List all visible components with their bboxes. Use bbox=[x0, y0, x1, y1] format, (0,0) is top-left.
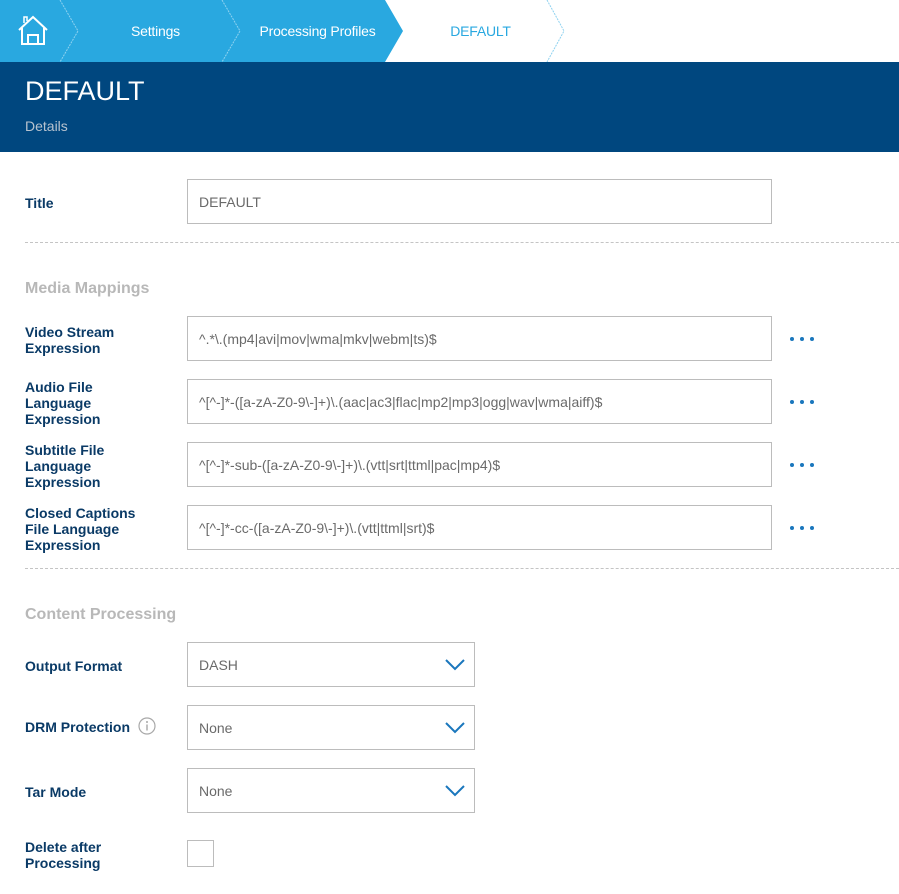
label-line: Closed Captions bbox=[25, 505, 136, 521]
closed-captions-expression-label: Closed Captions File Language Expression bbox=[25, 505, 135, 553]
label-line: Expression bbox=[25, 340, 101, 356]
ellipsis-icon-dot bbox=[800, 337, 804, 341]
label-line: Expression bbox=[25, 537, 101, 553]
chevron-down-icon bbox=[445, 722, 465, 734]
ellipsis-icon-dot bbox=[790, 400, 794, 404]
label-line: Language bbox=[25, 458, 92, 474]
label-line: Video Stream bbox=[25, 324, 115, 340]
video-stream-expression-label: Video Stream Expression bbox=[25, 324, 114, 356]
label-line: Expression bbox=[25, 411, 101, 427]
output-format-select[interactable]: DASH bbox=[187, 642, 475, 687]
ellipsis-icon-dot bbox=[810, 400, 814, 404]
closed-captions-more-button[interactable] bbox=[790, 521, 814, 535]
drm-protection-label: DRM Protection bbox=[25, 719, 130, 735]
ellipsis-icon-dot bbox=[790, 526, 794, 530]
label-line: File Language bbox=[25, 521, 120, 537]
ellipsis-icon-dot bbox=[790, 463, 794, 467]
ellipsis-icon-dot bbox=[810, 337, 814, 341]
subtitle-file-language-expression-input[interactable] bbox=[187, 442, 772, 487]
label-line: Language bbox=[25, 395, 92, 411]
audio-file-language-expression-input[interactable] bbox=[187, 379, 772, 424]
label-line: Delete after bbox=[25, 839, 102, 855]
ellipsis-icon-dot bbox=[800, 463, 804, 467]
output-format-value: DASH bbox=[199, 657, 238, 673]
label-line: Subtitle File bbox=[25, 442, 105, 458]
drm-protection-value: None bbox=[199, 720, 233, 736]
breadcrumb-item-processing-profiles[interactable]: Processing Profiles bbox=[240, 0, 395, 62]
content-processing-heading: Content Processing bbox=[25, 606, 177, 623]
divider bbox=[25, 242, 899, 243]
divider bbox=[25, 568, 899, 569]
closed-captions-expression-input[interactable] bbox=[187, 505, 772, 550]
ellipsis-icon-dot bbox=[810, 463, 814, 467]
label-line: Processing bbox=[25, 855, 101, 871]
video-stream-more-button[interactable] bbox=[790, 332, 814, 346]
breadcrumb-item-current: DEFAULT bbox=[450, 23, 511, 39]
subtitle-file-more-button[interactable] bbox=[790, 458, 814, 472]
tar-mode-select[interactable]: None bbox=[187, 768, 475, 813]
subtitle-file-language-expression-label: Subtitle File Language Expression bbox=[25, 442, 104, 490]
ellipsis-icon-dot bbox=[790, 337, 794, 341]
output-format-label: Output Format bbox=[25, 658, 123, 674]
title-input[interactable] bbox=[187, 179, 772, 224]
home-icon[interactable] bbox=[16, 13, 50, 47]
audio-file-more-button[interactable] bbox=[790, 395, 814, 409]
label-line: Audio File bbox=[25, 379, 93, 395]
ellipsis-icon-dot bbox=[800, 526, 804, 530]
chevron-down-icon bbox=[445, 785, 465, 797]
breadcrumb-item-settings[interactable]: Settings bbox=[78, 0, 233, 62]
media-mappings-heading: Media Mappings bbox=[25, 280, 150, 297]
video-stream-expression-input[interactable] bbox=[187, 316, 772, 361]
drm-protection-select[interactable]: None bbox=[187, 705, 475, 750]
tar-mode-label: Tar Mode bbox=[25, 784, 87, 800]
delete-after-processing-label: Delete after Processing bbox=[25, 839, 101, 871]
ellipsis-icon-dot bbox=[810, 526, 814, 530]
tar-mode-value: None bbox=[199, 783, 233, 799]
page-subtitle: Details bbox=[25, 118, 68, 134]
label-line: Expression bbox=[25, 474, 101, 490]
title-label: Title bbox=[25, 195, 54, 211]
ellipsis-icon-dot bbox=[800, 400, 804, 404]
page-title: DEFAULT bbox=[25, 76, 145, 106]
page-header: DEFAULT Details bbox=[0, 62, 899, 152]
chevron-down-icon bbox=[445, 659, 465, 671]
breadcrumb: Settings Processing Profiles DEFAULT bbox=[0, 0, 899, 62]
info-icon[interactable] bbox=[138, 717, 156, 735]
delete-after-processing-checkbox[interactable] bbox=[187, 840, 214, 867]
audio-file-language-expression-label: Audio File Language Expression bbox=[25, 379, 100, 427]
